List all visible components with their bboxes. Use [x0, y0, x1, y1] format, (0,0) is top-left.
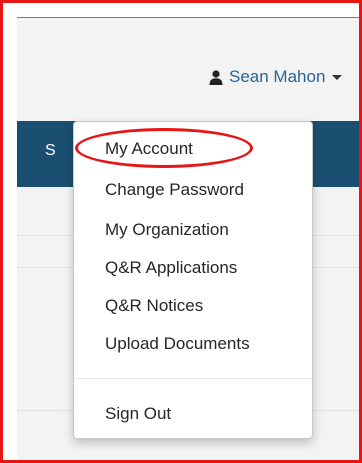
menu-item-qr-applications[interactable]: Q&R Applications [105, 258, 237, 278]
annotation-highlight-ellipse [75, 128, 253, 168]
menu-item-upload-documents[interactable]: Upload Documents [105, 334, 250, 354]
user-name-label: Sean Mahon [229, 67, 326, 86]
screenshot-frame: S Sean Mahon My Account Change Password … [0, 0, 362, 463]
user-dropdown-menu: My Account Change Password My Organizati… [73, 121, 313, 439]
menu-divider [74, 378, 312, 379]
top-accent-line [17, 17, 359, 18]
menu-item-qr-notices[interactable]: Q&R Notices [105, 296, 203, 316]
menu-item-my-organization[interactable]: My Organization [105, 220, 229, 240]
menu-item-change-password[interactable]: Change Password [105, 180, 244, 200]
menu-item-sign-out[interactable]: Sign Out [105, 404, 171, 424]
chevron-down-icon [332, 74, 343, 80]
user-icon [209, 69, 223, 85]
user-menu-toggle[interactable]: Sean Mahon [209, 67, 343, 87]
page-background: S Sean Mahon My Account Change Password … [17, 17, 359, 460]
navbar-text-fragment: S [45, 142, 56, 159]
